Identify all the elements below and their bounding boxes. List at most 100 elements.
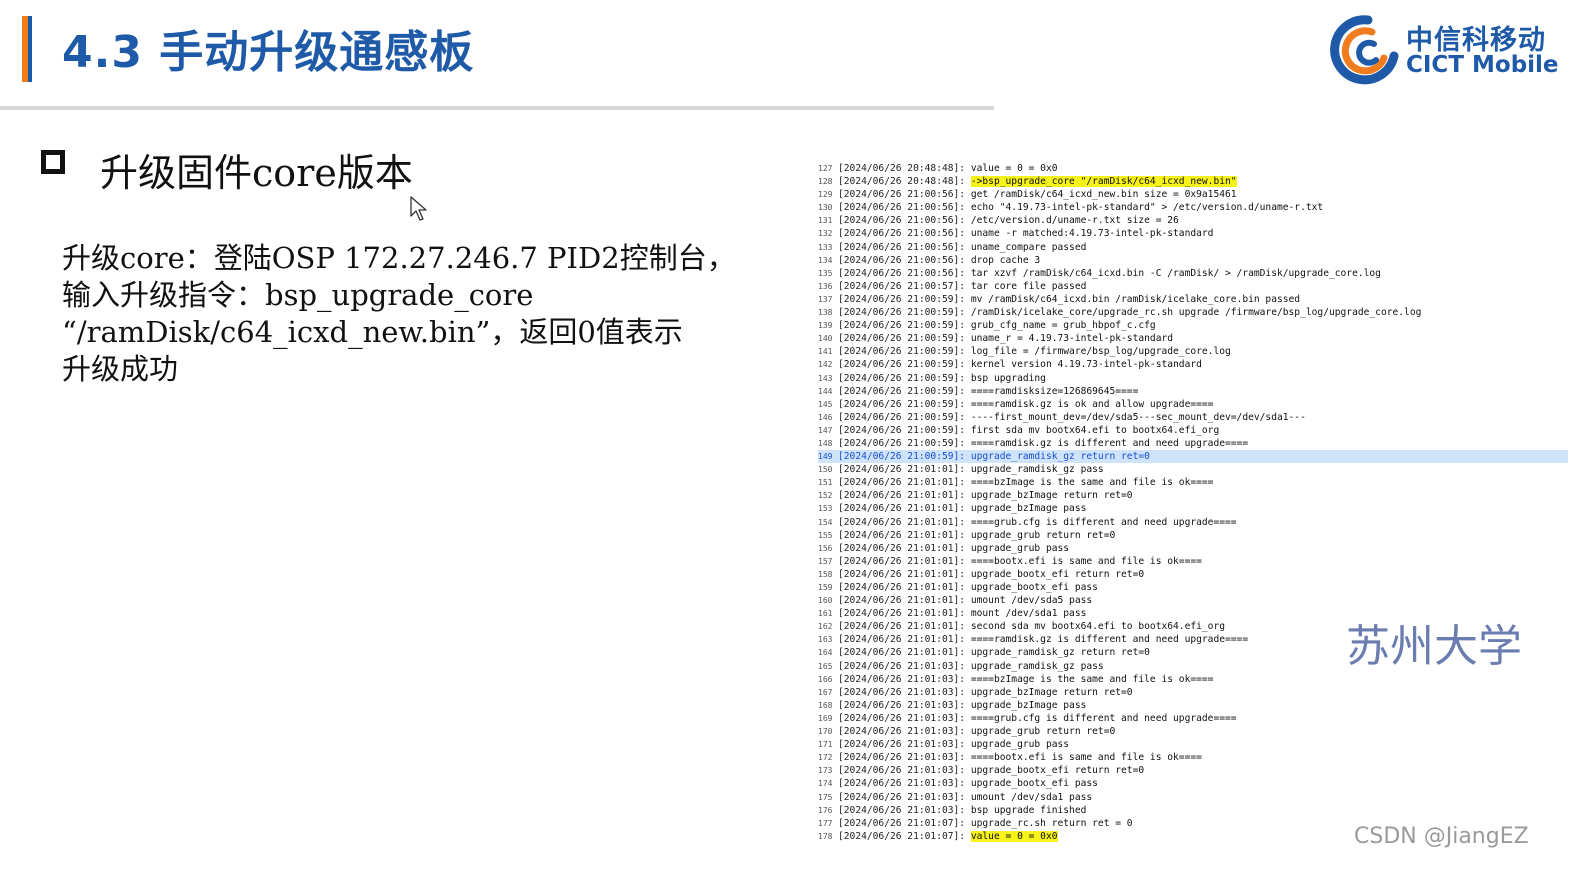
log-message: ====bzImage is the same and file is ok==…	[970, 673, 1214, 685]
log-line-number: 149	[818, 452, 833, 462]
log-line: 133 [2024/06/26 21:00:56]: uname_compare …	[818, 241, 1568, 254]
log-message: ====ramdisk.gz is different and need upg…	[970, 437, 1249, 449]
log-line-number: 143	[818, 373, 833, 383]
log-message: first sda mv bootx64.efi to bootx64.efi_…	[970, 424, 1220, 436]
log-message: umount /dev/sda5 pass	[970, 595, 1093, 607]
log-timestamp: [2024/06/26 21:01:07]:	[838, 817, 966, 829]
log-timestamp: [2024/06/26 20:48:48]:	[838, 176, 966, 188]
log-line-number: 131	[818, 216, 833, 226]
log-line-number: 156	[818, 543, 833, 553]
log-timestamp: [2024/06/26 21:01:03]:	[838, 726, 966, 738]
log-timestamp: [2024/06/26 21:01:01]:	[838, 503, 966, 515]
log-line-number: 172	[818, 753, 833, 763]
log-line-number: 128	[818, 177, 833, 187]
log-line: 138 [2024/06/26 21:00:59]: /ramDisk/icela…	[818, 306, 1568, 319]
log-line-number: 138	[818, 308, 833, 318]
log-timestamp: [2024/06/26 21:01:01]:	[838, 608, 966, 620]
log-message: upgrade_bootx_efi pass	[970, 778, 1098, 790]
log-line: 170 [2024/06/26 21:01:03]: upgrade_grub r…	[818, 725, 1568, 738]
log-line-number: 150	[818, 465, 833, 475]
log-line: 148 [2024/06/26 21:00:59]: ====ramdisk.gz…	[818, 437, 1568, 450]
log-line: 175 [2024/06/26 21:01:03]: umount /dev/sd…	[818, 791, 1568, 804]
log-timestamp: [2024/06/26 21:00:56]:	[838, 202, 966, 214]
page-title: 4.3 手动升级通感板	[62, 27, 475, 78]
log-timestamp: [2024/06/26 21:00:59]:	[838, 385, 966, 397]
log-line-number: 175	[818, 792, 833, 802]
log-timestamp: [2024/06/26 21:01:03]:	[838, 804, 966, 816]
log-line: 151 [2024/06/26 21:01:01]: ====bzImage is…	[818, 476, 1568, 489]
log-line: 160 [2024/06/26 21:01:01]: umount /dev/sd…	[818, 594, 1568, 607]
log-line-number: 176	[818, 805, 833, 815]
log-message: bsp upgrading	[970, 372, 1046, 384]
log-message: kernel version 4.19.73-intel-pk-standard	[970, 359, 1202, 371]
log-line: 127 [2024/06/26 20:48:48]: value = 0 = 0x…	[818, 162, 1568, 175]
log-line-number: 158	[818, 569, 833, 579]
log-timestamp: [2024/06/26 21:00:56]:	[838, 267, 966, 279]
log-line-number: 147	[818, 425, 833, 435]
log-timestamp: [2024/06/26 21:01:01]:	[838, 542, 966, 554]
log-message: ====ramdisk.gz is ok and allow upgrade==…	[970, 398, 1214, 410]
log-timestamp: [2024/06/26 21:01:01]:	[838, 595, 966, 607]
log-line: 132 [2024/06/26 21:00:56]: uname -r match…	[818, 227, 1568, 240]
log-message: uname_compare passed	[970, 241, 1087, 253]
log-line: 135 [2024/06/26 21:00:56]: tar xzvf /ramD…	[818, 267, 1568, 280]
log-timestamp: [2024/06/26 21:01:01]:	[838, 568, 966, 580]
log-timestamp: [2024/06/26 21:01:03]:	[838, 686, 966, 698]
instruction-text: 升级core：登陆OSP 172.27.246.7 PID2控制台， 输入升级指…	[62, 240, 736, 388]
log-message: upgrade_grub pass	[970, 542, 1070, 554]
log-timestamp: [2024/06/26 21:00:59]:	[838, 333, 966, 345]
log-line-number: 170	[818, 727, 833, 737]
log-timestamp: [2024/06/26 21:00:59]:	[838, 437, 966, 449]
log-timestamp: [2024/06/26 21:01:03]:	[838, 699, 966, 711]
log-line: 169 [2024/06/26 21:01:03]: ====grub.cfg i…	[818, 712, 1568, 725]
log-timestamp: [2024/06/26 20:48:48]:	[838, 163, 966, 174]
log-line: 145 [2024/06/26 21:00:59]: ====ramdisk.gz…	[818, 398, 1568, 411]
log-message: ====bzImage is the same and file is ok==…	[970, 477, 1214, 489]
log-message: get /ramDisk/c64_icxd_new.bin size = 0x9…	[970, 189, 1237, 201]
log-line-number: 157	[818, 556, 833, 566]
log-line-number: 154	[818, 517, 833, 527]
instruction-line: 升级core：登陆OSP 172.27.246.7 PID2控制台，	[62, 241, 736, 275]
log-line-number: 162	[818, 622, 833, 632]
log-line-number: 167	[818, 687, 833, 697]
log-timestamp: [2024/06/26 21:01:03]:	[838, 791, 966, 803]
log-timestamp: [2024/06/26 21:01:01]:	[838, 621, 966, 633]
log-timestamp: [2024/06/26 21:00:56]:	[838, 189, 966, 201]
log-message: mount /dev/sda1 pass	[970, 608, 1087, 620]
log-timestamp: [2024/06/26 21:00:59]:	[838, 359, 966, 371]
log-timestamp: [2024/06/26 21:01:03]:	[838, 778, 966, 790]
log-timestamp: [2024/06/26 21:01:01]:	[838, 647, 966, 659]
log-line: 167 [2024/06/26 21:01:03]: upgrade_bzImag…	[818, 686, 1568, 699]
instruction-line: 升级成功	[62, 352, 179, 386]
log-line: 173 [2024/06/26 21:01:03]: upgrade_bootx_…	[818, 764, 1568, 777]
section-heading: 升级固件core版本	[100, 151, 413, 195]
log-message: tar xzvf /ramDisk/c64_icxd.bin -C /ramDi…	[970, 267, 1381, 279]
log-message: upgrade_ramdisk_gz return ret=0	[970, 451, 1150, 463]
log-timestamp: [2024/06/26 21:00:56]:	[838, 254, 966, 266]
log-line-number: 137	[818, 294, 833, 304]
log-line: 152 [2024/06/26 21:01:01]: upgrade_bzImag…	[818, 489, 1568, 502]
log-line: 159 [2024/06/26 21:01:01]: upgrade_bootx_…	[818, 581, 1568, 594]
log-timestamp: [2024/06/26 21:01:01]:	[838, 490, 966, 502]
log-line: 128 [2024/06/26 20:48:48]: ->bsp_upgrade_…	[818, 175, 1568, 188]
log-timestamp: [2024/06/26 21:01:07]:	[838, 830, 966, 842]
cict-logo-icon	[1330, 15, 1399, 85]
log-line-number: 141	[818, 347, 833, 357]
log-message: drop cache 3	[970, 254, 1041, 266]
log-timestamp: [2024/06/26 21:00:59]:	[838, 346, 966, 358]
log-message: bsp upgrade finished	[970, 804, 1087, 816]
log-message: upgrade_bootx_efi return ret=0	[970, 568, 1145, 580]
log-message: mv /ramDisk/c64_icxd.bin /ramDisk/icelak…	[970, 293, 1301, 305]
company-logo: 中信科移动 CICT Mobile	[1328, 14, 1568, 86]
title-accent-bar	[22, 16, 32, 82]
log-message: value = 0 = 0x0	[970, 163, 1058, 174]
log-line-number: 139	[818, 321, 833, 331]
log-line: 136 [2024/06/26 21:00:57]: tar core file …	[818, 280, 1568, 293]
log-message: grub_cfg_name = grub_hbpof_c.cfg	[970, 320, 1156, 332]
log-line-number: 165	[818, 661, 833, 671]
log-line-number: 127	[818, 164, 833, 173]
log-line: 156 [2024/06/26 21:01:01]: upgrade_grub p…	[818, 542, 1568, 555]
log-timestamp: [2024/06/26 21:01:03]:	[838, 752, 966, 764]
log-timestamp: [2024/06/26 21:01:01]:	[838, 516, 966, 528]
log-line-number: 130	[818, 203, 833, 213]
